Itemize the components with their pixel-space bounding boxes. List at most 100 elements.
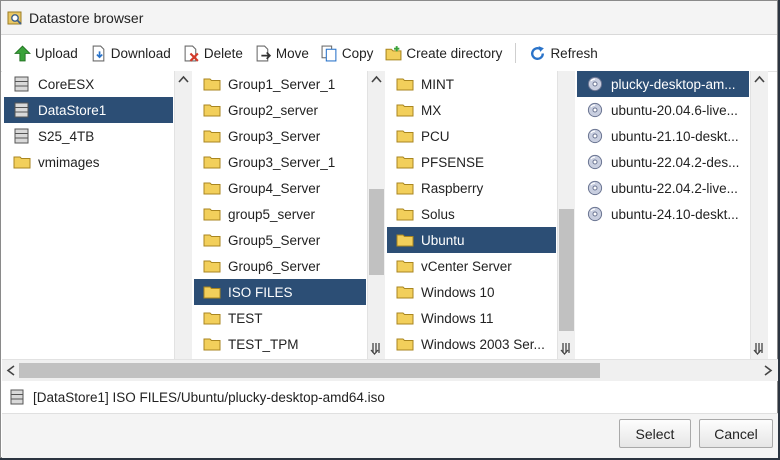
folder-item[interactable]: ISO FILES bbox=[194, 279, 366, 305]
datastore-list: CoreESX DataStore1 S25_4TB vmimages bbox=[2, 71, 175, 359]
folder-item-label: Windows 10 bbox=[421, 284, 495, 300]
folder-item-label: ISO FILES bbox=[228, 284, 293, 300]
folder-icon bbox=[203, 182, 221, 195]
file-item[interactable]: ubuntu-22.04.2-des... bbox=[577, 149, 749, 175]
folder-icon bbox=[396, 312, 414, 325]
scrollbar-thumb[interactable] bbox=[559, 209, 574, 331]
folder-item[interactable]: MINT bbox=[387, 71, 556, 97]
folder-item-label: vCenter Server bbox=[421, 258, 512, 274]
folder-item-label: MX bbox=[421, 102, 442, 118]
folder-item-label: MINT bbox=[421, 76, 454, 92]
folder-icon bbox=[396, 234, 414, 247]
folder-item[interactable]: Group3_Server bbox=[194, 123, 366, 149]
folder-icon bbox=[13, 156, 31, 169]
datastore-icon bbox=[14, 128, 29, 144]
delete-icon bbox=[184, 45, 199, 62]
folder-item[interactable]: Group3_Server_1 bbox=[194, 149, 366, 175]
copy-button[interactable]: Copy bbox=[316, 40, 379, 66]
folder-item[interactable]: group5_server bbox=[194, 201, 366, 227]
folder-list-level-1-scrollbar[interactable] bbox=[368, 71, 385, 359]
folder-item-label: Group4_Server bbox=[228, 180, 321, 196]
datastore-item[interactable]: DataStore1 bbox=[4, 97, 173, 123]
move-button[interactable]: Move bbox=[250, 40, 314, 66]
file-item-label: ubuntu-22.04.2-des... bbox=[611, 154, 740, 170]
file-list-scrollbar[interactable] bbox=[751, 71, 768, 359]
folder-item[interactable]: Group5_Server bbox=[194, 227, 366, 253]
file-item[interactable]: ubuntu-24.10-deskt... bbox=[577, 201, 749, 227]
datastore-item[interactable]: vmimages bbox=[4, 149, 173, 175]
folder-item[interactable]: Raspberry bbox=[387, 175, 556, 201]
folder-item[interactable]: Windows 11 bbox=[387, 305, 556, 331]
upload-button[interactable]: Upload bbox=[9, 40, 83, 66]
datastore-label: S25_4TB bbox=[38, 128, 95, 144]
folder-icon bbox=[203, 208, 221, 221]
file-item-label: plucky-desktop-am... bbox=[611, 76, 736, 92]
scroll-up-icon bbox=[371, 75, 382, 83]
scrollbar-thumb[interactable] bbox=[369, 189, 384, 275]
file-item[interactable]: ubuntu-20.04.6-live... bbox=[577, 97, 749, 123]
folder-item[interactable]: Ubuntu bbox=[387, 227, 556, 253]
iso-disc-icon bbox=[587, 76, 603, 92]
folder-item[interactable]: PCU bbox=[387, 123, 556, 149]
folder-item[interactable]: TEST_TPM bbox=[194, 331, 366, 357]
datastore-label: DataStore1 bbox=[38, 102, 107, 118]
scroll-to-end-icon bbox=[753, 343, 763, 355]
copy-label: Copy bbox=[341, 45, 374, 61]
file-item[interactable]: ubuntu-21.10-deskt... bbox=[577, 123, 749, 149]
scrollbar-thumb[interactable] bbox=[19, 363, 600, 378]
file-item-label: ubuntu-21.10-deskt... bbox=[611, 128, 739, 144]
folder-icon bbox=[203, 260, 221, 273]
folder-icon bbox=[396, 78, 414, 91]
folder-item[interactable]: Group6_Server bbox=[194, 253, 366, 279]
upload-label: Upload bbox=[35, 45, 78, 61]
folder-item[interactable]: PFSENSE bbox=[387, 149, 556, 175]
file-item[interactable]: plucky-desktop-am... bbox=[577, 71, 749, 97]
folder-list-level-2-scrollbar[interactable] bbox=[558, 71, 575, 359]
folder-item[interactable]: vCenter Server bbox=[387, 253, 556, 279]
download-button[interactable]: Download bbox=[85, 40, 176, 66]
folder-item[interactable]: Group2_server bbox=[194, 97, 366, 123]
file-item-label: ubuntu-22.04.2-live... bbox=[611, 180, 738, 196]
folder-item[interactable]: Solus bbox=[387, 201, 556, 227]
datastore-browser-dialog: Datastore browser Upload Download Delete… bbox=[0, 0, 778, 458]
scroll-left-icon bbox=[6, 365, 15, 376]
selected-path: [DataStore1] ISO FILES/Ubuntu/plucky-des… bbox=[33, 389, 385, 405]
datastore-item[interactable]: S25_4TB bbox=[4, 123, 173, 149]
create-directory-button[interactable]: Create directory bbox=[380, 40, 507, 66]
folder-item-label: Group6_Server bbox=[228, 258, 321, 274]
folder-item[interactable]: Windows 10 bbox=[387, 279, 556, 305]
refresh-button[interactable]: Refresh bbox=[524, 40, 602, 66]
folder-list-level-1: Group1_Server_1 Group2_server Group3_Serve… bbox=[192, 71, 368, 359]
file-item[interactable]: ubuntu-22.04.2-live... bbox=[577, 175, 749, 201]
folder-item-label: PFSENSE bbox=[421, 154, 485, 170]
datastore-item[interactable]: CoreESX bbox=[4, 71, 173, 97]
folder-item[interactable]: Windows 2003 Ser... bbox=[387, 331, 556, 357]
folder-icon bbox=[203, 104, 221, 117]
folder-item-label: Group5_Server bbox=[228, 232, 321, 248]
iso-disc-icon bbox=[587, 128, 603, 144]
title-bar: Datastore browser bbox=[1, 1, 777, 35]
scroll-right-icon bbox=[764, 365, 773, 376]
create-directory-label: Create directory bbox=[406, 45, 503, 61]
folder-item-label: group5_server bbox=[228, 206, 316, 222]
delete-button[interactable]: Delete bbox=[178, 40, 248, 66]
move-label: Move bbox=[275, 45, 309, 61]
folder-item-label: Solus bbox=[421, 206, 455, 222]
selected-path-bar: [DataStore1] ISO FILES/Ubuntu/plucky-des… bbox=[2, 381, 778, 414]
copy-icon bbox=[321, 45, 337, 61]
datastore-label: CoreESX bbox=[38, 76, 95, 92]
folder-icon bbox=[396, 338, 414, 351]
cancel-button[interactable]: Cancel bbox=[699, 419, 773, 448]
datastore-list-scrollbar[interactable] bbox=[175, 71, 192, 359]
folder-item-label: Windows 2003 Ser... bbox=[421, 336, 545, 352]
folder-item-label: Ubuntu bbox=[421, 232, 465, 248]
folder-item[interactable]: Group1_Server_1 bbox=[194, 71, 366, 97]
folder-icon bbox=[203, 156, 221, 169]
select-button[interactable]: Select bbox=[619, 419, 691, 448]
folder-item[interactable]: Group4_Server bbox=[194, 175, 366, 201]
folder-item[interactable]: MX bbox=[387, 97, 556, 123]
datastore-icon bbox=[14, 102, 29, 118]
folder-icon bbox=[203, 312, 221, 325]
folder-item[interactable]: TEST bbox=[194, 305, 366, 331]
horizontal-scrollbar[interactable] bbox=[2, 359, 778, 381]
